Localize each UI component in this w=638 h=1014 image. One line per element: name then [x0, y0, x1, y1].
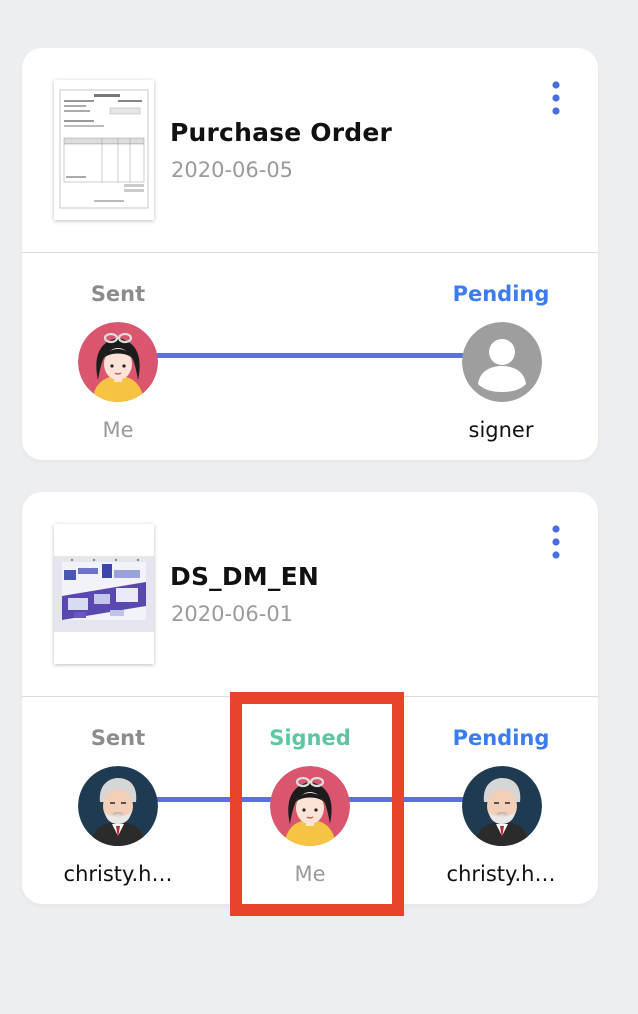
status-label-sent: Sent: [90, 282, 146, 306]
woman-avatar: [270, 766, 350, 846]
status-label-signed: Signed: [269, 726, 351, 750]
more-vertical-icon[interactable]: [548, 80, 564, 116]
old-man-avatar: [462, 766, 542, 846]
signing-progress-line: [142, 353, 482, 358]
participant-name: christy.h…: [446, 862, 556, 886]
card-divider: [22, 696, 598, 697]
participant-name: Me: [294, 862, 326, 886]
participant-name: Me: [102, 418, 134, 442]
document-card-ds-dm-en[interactable]: DS_DM_EN 2020-06-01 Sent Signed Pending: [22, 492, 598, 904]
document-thumbnail[interactable]: [54, 524, 154, 664]
document-thumbnail[interactable]: [54, 80, 154, 220]
document-card-purchase-order[interactable]: Purchase Order 2020-06-05 Sent Pending M…: [22, 48, 598, 460]
card-divider: [22, 252, 598, 253]
status-label-pending: Pending: [452, 726, 550, 750]
participant-name: christy.h…: [63, 862, 173, 886]
old-man-avatar: [78, 766, 158, 846]
generic-user-icon: [462, 322, 542, 402]
document-title[interactable]: DS_DM_EN: [170, 562, 319, 591]
status-label-sent: Sent: [90, 726, 146, 750]
participant-name: signer: [468, 418, 534, 442]
more-vertical-icon[interactable]: [548, 524, 564, 560]
document-date: 2020-06-01: [171, 602, 294, 626]
document-date: 2020-06-05: [171, 158, 294, 182]
woman-avatar: [78, 322, 158, 402]
document-title[interactable]: Purchase Order: [170, 118, 392, 147]
status-label-pending: Pending: [452, 282, 550, 306]
